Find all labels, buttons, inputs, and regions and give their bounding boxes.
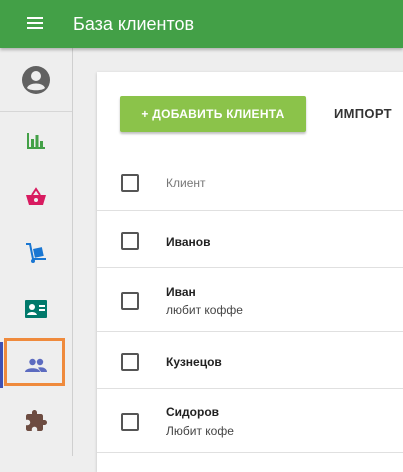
sidebar-item-clients[interactable] [0, 337, 72, 393]
hand-truck-icon [26, 243, 46, 263]
menu-icon[interactable] [26, 14, 46, 34]
client-note: Любит кофе [166, 424, 234, 438]
profile-area[interactable] [0, 48, 72, 112]
app-title: База клиентов [73, 14, 195, 34]
sidebar [0, 48, 73, 456]
table-header: Клиент [97, 154, 403, 211]
sidebar-item-delivery[interactable] [0, 225, 72, 281]
client-name: Сидоров [166, 405, 220, 419]
active-indicator [0, 342, 3, 388]
select-all-checkbox[interactable] [121, 174, 139, 192]
sidebar-item-statistics[interactable] [0, 113, 72, 169]
clients-card: + ДОБАВИТЬ КЛИЕНТА ИМПОРТ Клиент Иванов … [97, 72, 403, 472]
table-row[interactable]: Кузнецов [97, 332, 403, 389]
row-checkbox[interactable] [121, 353, 139, 371]
bar-chart-icon [27, 133, 45, 149]
client-name: Кузнецов [166, 355, 222, 369]
table-row[interactable]: Иванов [97, 211, 403, 268]
puzzle-icon [26, 410, 47, 431]
account-circle-icon [22, 66, 50, 94]
client-name: Иван [166, 285, 196, 299]
row-checkbox[interactable] [121, 232, 139, 250]
row-checkbox[interactable] [121, 413, 139, 431]
client-note: любит коффе [166, 303, 243, 317]
table-row[interactable]: Иван любит коффе [97, 268, 403, 332]
people-icon [25, 358, 47, 372]
column-header-client: Клиент [166, 176, 206, 190]
app-bar: База клиентов [0, 0, 403, 48]
contact-card-icon [25, 300, 47, 318]
sidebar-item-contacts[interactable] [0, 281, 72, 337]
sidebar-item-extensions[interactable] [0, 393, 72, 449]
sidebar-item-orders[interactable] [0, 169, 72, 225]
add-client-button[interactable]: + ДОБАВИТЬ КЛИЕНТА [120, 96, 306, 132]
row-checkbox[interactable] [121, 292, 139, 310]
table-row[interactable]: Сидоров Любит кофе [97, 389, 403, 453]
basket-icon [26, 187, 46, 205]
client-name: Иванов [166, 235, 211, 249]
import-button[interactable]: ИМПОРТ [334, 106, 392, 121]
